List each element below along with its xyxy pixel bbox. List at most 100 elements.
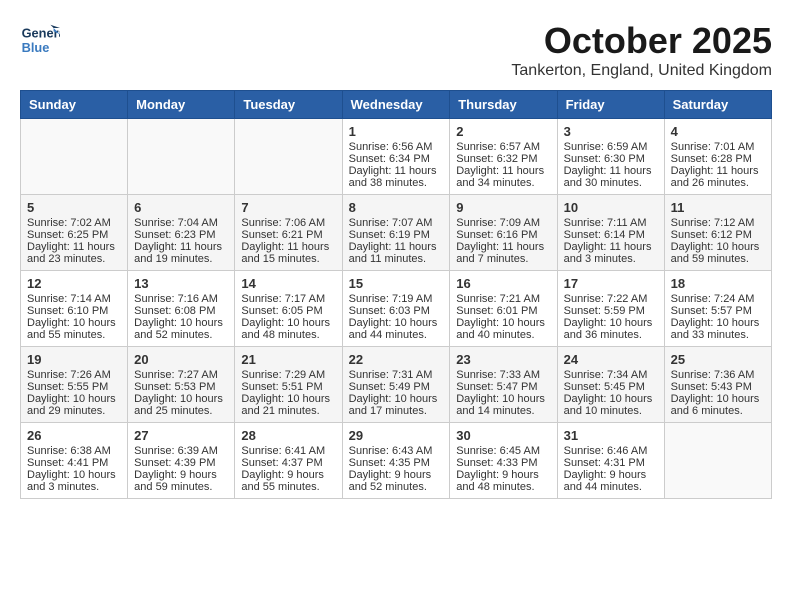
day-number: 10 xyxy=(564,200,658,215)
daylight-text: Daylight: 10 hours and 52 minutes. xyxy=(134,317,228,341)
sunset-text: Sunset: 6:03 PM xyxy=(349,305,444,317)
col-tuesday: Tuesday xyxy=(235,91,342,119)
sunrise-text: Sunrise: 7:07 AM xyxy=(349,217,444,229)
calendar-week-1: 1 Sunrise: 6:56 AMSunset: 6:34 PMDaylight… xyxy=(21,119,772,195)
sunset-text: Sunset: 5:51 PM xyxy=(241,381,335,393)
sunrise-text: Sunrise: 7:31 AM xyxy=(349,369,444,381)
day-number: 18 xyxy=(671,276,765,291)
sunrise-text: Sunrise: 7:06 AM xyxy=(241,217,335,229)
calendar-table: Sunday Monday Tuesday Wednesday Thursday… xyxy=(20,90,772,499)
sunset-text: Sunset: 4:31 PM xyxy=(564,457,658,469)
calendar-cell: 8Sunrise: 7:07 AMSunset: 6:19 PMDaylight… xyxy=(342,195,450,271)
sunset-text: Sunset: 5:47 PM xyxy=(456,381,550,393)
day-number: 26 xyxy=(27,428,121,443)
daylight-text: Daylight: 9 hours and 52 minutes. xyxy=(349,469,444,493)
day-number: 17 xyxy=(564,276,658,291)
calendar-cell: 23 Sunrise: 7:33 AMSunset: 5:47 PMDayligh… xyxy=(450,347,557,423)
location: Tankerton, England, United Kingdom xyxy=(511,62,772,80)
day-number: 22 xyxy=(349,352,444,367)
sunrise-text: Sunrise: 7:29 AM xyxy=(241,369,335,381)
calendar-week-2: 5Sunrise: 7:02 AMSunset: 6:25 PMDaylight… xyxy=(21,195,772,271)
sunrise-text: Sunrise: 6:57 AM xyxy=(456,141,550,153)
daylight-text: Daylight: 10 hours and 36 minutes. xyxy=(564,317,658,341)
calendar-week-3: 12 Sunrise: 7:14 AMSunset: 6:10 PM Dayligh… xyxy=(21,271,772,347)
daylight-text: Daylight: 10 hours and 10 minutes. xyxy=(564,393,658,417)
sunrise-text: Sunrise: 6:41 AM xyxy=(241,445,335,457)
daylight-text: Daylight: 10 hours and 3 minutes. xyxy=(27,469,121,493)
col-sunday: Sunday xyxy=(21,91,128,119)
sunset-text: Sunset: 6:08 PM xyxy=(134,305,228,317)
daylight-text: Daylight: 10 hours and 6 minutes. xyxy=(671,393,765,417)
day-number: 9 xyxy=(456,200,550,215)
sunrise-text: Sunrise: 7:17 AM xyxy=(241,293,335,305)
sunrise-text: Sunrise: 7:36 AM xyxy=(671,369,765,381)
day-number: 19 xyxy=(27,352,121,367)
daylight-text: Daylight: 10 hours and 14 minutes. xyxy=(456,393,550,417)
sunrise-text: Sunrise: 7:27 AM xyxy=(134,369,228,381)
sunrise-text: Sunrise: 7:33 AM xyxy=(456,369,550,381)
day-number: 27 xyxy=(134,428,228,443)
calendar-cell: 6Sunrise: 7:04 AMSunset: 6:23 PMDaylight… xyxy=(128,195,235,271)
day-number: 1 xyxy=(349,124,444,139)
calendar-cell: 7Sunrise: 7:06 AMSunset: 6:21 PMDaylight… xyxy=(235,195,342,271)
calendar-cell: 25Sunrise: 7:36 AMSunset: 5:43 PMDayligh… xyxy=(664,347,771,423)
sunrise-text: Sunrise: 6:39 AM xyxy=(134,445,228,457)
day-number: 8 xyxy=(349,200,444,215)
sunset-text: Sunset: 6:19 PM xyxy=(349,229,444,241)
day-number: 12 xyxy=(27,276,121,291)
calendar-cell: 21Sunrise: 7:29 AMSunset: 5:51 PMDayligh… xyxy=(235,347,342,423)
calendar-cell: 27Sunrise: 6:39 AMSunset: 4:39 PMDayligh… xyxy=(128,423,235,499)
day-number: 2 xyxy=(456,124,550,139)
calendar-cell: 18Sunrise: 7:24 AMSunset: 5:57 PMDayligh… xyxy=(664,271,771,347)
sunrise-text: Sunrise: 6:56 AM xyxy=(349,141,444,153)
sunrise-text: Sunrise: 7:22 AM xyxy=(564,293,658,305)
sunset-text: Sunset: 4:41 PM xyxy=(27,457,121,469)
day-number: 14 xyxy=(241,276,335,291)
daylight-text: Daylight: 9 hours and 44 minutes. xyxy=(564,469,658,493)
sunrise-text: Sunrise: 7:26 AM xyxy=(27,369,121,381)
sunset-text: Sunset: 4:39 PM xyxy=(134,457,228,469)
calendar-cell: 16Sunrise: 7:21 AMSunset: 6:01 PMDayligh… xyxy=(450,271,557,347)
sunrise-text: Sunrise: 7:34 AM xyxy=(564,369,658,381)
sunrise-text: Sunrise: 7:01 AM xyxy=(671,141,765,153)
day-number: 25 xyxy=(671,352,765,367)
calendar-cell: 12Sunrise: 7:14 AMSunset: 6:10 PMDayligh… xyxy=(21,271,128,347)
sunrise-text: Sunrise: 7:16 AM xyxy=(134,293,228,305)
sunset-text: Sunset: 6:12 PM xyxy=(671,229,765,241)
sunset-text: Sunset: 6:21 PM xyxy=(241,229,335,241)
sunset-text: Sunset: 6:34 PM xyxy=(349,153,444,165)
day-number: 31 xyxy=(564,428,658,443)
sunset-text: Sunset: 6:23 PM xyxy=(134,229,228,241)
sunset-text: Sunset: 6:01 PM xyxy=(456,305,550,317)
day-number: 28 xyxy=(241,428,335,443)
month-title: October 2025 xyxy=(511,20,772,62)
sunset-text: Sunset: 5:53 PM xyxy=(134,381,228,393)
day-number: 23 xyxy=(456,352,550,367)
sunrise-text: Sunrise: 6:46 AM xyxy=(564,445,658,457)
daylight-text: Daylight: 11 hours and 19 minutes. xyxy=(134,241,228,265)
col-thursday: Thursday xyxy=(450,91,557,119)
sunset-text: Sunset: 4:35 PM xyxy=(349,457,444,469)
calendar-cell: 30Sunrise: 6:45 AMSunset: 4:33 PMDayligh… xyxy=(450,423,557,499)
sunrise-text: Sunrise: 7:12 AM xyxy=(671,217,765,229)
day-number: 11 xyxy=(671,200,765,215)
day-number: 20 xyxy=(134,352,228,367)
daylight-text: Daylight: 11 hours and 7 minutes. xyxy=(456,241,550,265)
sunrise-text: Sunrise: 7:14 AM xyxy=(27,293,121,305)
sunrise-text: Sunrise: 7:21 AM xyxy=(456,293,550,305)
sunset-text: Sunset: 6:10 PM xyxy=(27,305,121,317)
daylight-text: Daylight: 9 hours and 48 minutes. xyxy=(456,469,550,493)
daylight-text: Daylight: 11 hours and 38 minutes. xyxy=(349,165,444,189)
sunrise-text: Sunrise: 7:04 AM xyxy=(134,217,228,229)
day-number: 29 xyxy=(349,428,444,443)
sunrise-text: Sunrise: 7:09 AM xyxy=(456,217,550,229)
sunset-text: Sunset: 6:32 PM xyxy=(456,153,550,165)
sunrise-text: Sunrise: 7:19 AM xyxy=(349,293,444,305)
svg-text:Blue: Blue xyxy=(22,40,50,55)
calendar-cell: 9Sunrise: 7:09 AMSunset: 6:16 PMDaylight… xyxy=(450,195,557,271)
calendar-cell: 5Sunrise: 7:02 AMSunset: 6:25 PMDaylight… xyxy=(21,195,128,271)
sunrise-text: Sunrise: 6:38 AM xyxy=(27,445,121,457)
calendar-cell xyxy=(128,119,235,195)
day-number: 5 xyxy=(27,200,121,215)
daylight-text: Daylight: 10 hours and 21 minutes. xyxy=(241,393,335,417)
